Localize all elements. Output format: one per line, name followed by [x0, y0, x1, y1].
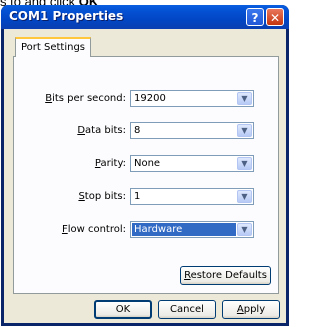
bits-per-second-label: Bits per second:: [45, 93, 126, 104]
window-title: COM1 Properties: [9, 9, 124, 23]
data-bits-row: Data bits: 8 ▼: [14, 122, 278, 139]
bits-per-second-row: Bits per second: 19200 ▼: [14, 90, 278, 107]
stop-bits-label: Stop bits:: [78, 191, 126, 202]
chevron-down-icon[interactable]: ▼: [237, 124, 252, 137]
parity-value: None: [134, 158, 161, 169]
chevron-down-icon[interactable]: ▼: [237, 223, 252, 236]
dialog-client-area: Port Settings Bits per second: 19200 ▼ Da…: [4, 29, 286, 323]
help-button[interactable]: ?: [246, 8, 264, 26]
flow-control-label: Flow control:: [61, 224, 126, 235]
cancel-button[interactable]: Cancel: [158, 300, 216, 319]
close-button[interactable]: ✕: [266, 8, 284, 26]
chevron-down-icon[interactable]: ▼: [237, 92, 252, 105]
bits-per-second-value: 19200: [134, 93, 166, 104]
bits-per-second-select[interactable]: 19200 ▼: [130, 90, 254, 107]
ok-button[interactable]: OK: [94, 300, 152, 319]
stop-bits-value: 1: [134, 191, 141, 202]
chevron-down-icon[interactable]: ▼: [237, 157, 252, 170]
data-bits-label: Data bits:: [77, 125, 126, 136]
com1-properties-dialog: COM1 Properties ? ✕ Port Settings Bits p…: [1, 5, 289, 326]
flow-control-select[interactable]: Hardware ▼: [130, 221, 254, 238]
restore-defaults-button[interactable]: Restore Defaults: [180, 266, 271, 285]
data-bits-select[interactable]: 8 ▼: [130, 122, 254, 139]
data-bits-value: 8: [134, 125, 141, 136]
apply-button[interactable]: Apply: [222, 300, 280, 319]
flow-control-value: Hardware: [132, 223, 236, 236]
tab-port-settings[interactable]: Port Settings: [15, 37, 91, 57]
parity-row: Parity: None ▼: [14, 155, 278, 172]
port-settings-panel: Bits per second: 19200 ▼ Data bits: 8 ▼ Pa…: [13, 56, 279, 294]
title-bar[interactable]: COM1 Properties ? ✕: [1, 5, 289, 29]
parity-label: Parity:: [94, 158, 126, 169]
stop-bits-row: Stop bits: 1 ▼: [14, 188, 278, 205]
close-icon: ✕: [269, 11, 281, 25]
parity-select[interactable]: None ▼: [130, 155, 254, 172]
help-icon: ?: [251, 11, 259, 25]
chevron-down-icon[interactable]: ▼: [237, 190, 252, 203]
flow-control-row: Flow control: Hardware ▼: [14, 221, 278, 238]
stop-bits-select[interactable]: 1 ▼: [130, 188, 254, 205]
